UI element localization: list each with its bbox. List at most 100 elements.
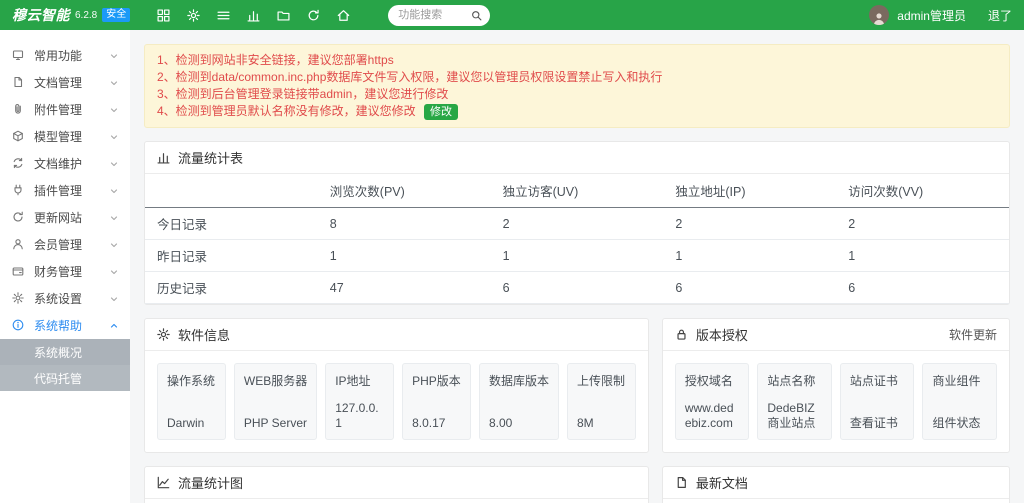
search-icon[interactable] (471, 10, 482, 21)
function-search (388, 5, 490, 26)
sidebar-item-document-management[interactable]: 文档管理 (0, 69, 130, 96)
cell-value: 2 (491, 208, 664, 240)
table-row-history: 历史记录 47 6 6 6 (145, 272, 1009, 304)
files-folder-icon[interactable] (268, 0, 298, 30)
submenu-item-label: 系统概况 (34, 344, 82, 361)
alert-line: 1、检测到网站非安全链接，建议您部署https (157, 52, 997, 69)
info-box-site-cert: 站点证书 查看证书 (840, 363, 915, 440)
info-value: PHP Server (244, 416, 307, 431)
col-header-empty (145, 174, 318, 208)
chevron-down-icon (110, 241, 118, 249)
sidebar-item-label: 系统设置 (34, 290, 82, 307)
stats-chart-icon[interactable] (238, 0, 268, 30)
sidebar-item-plugin-management[interactable]: 插件管理 (0, 177, 130, 204)
lock-icon (675, 328, 689, 342)
gears-icon (157, 328, 171, 342)
main-content: 1、检测到网站非安全链接，建议您部署https 2、检测到data/common… (130, 30, 1024, 503)
info-box-webserver: WEB服务器 PHP Server (234, 363, 317, 440)
avatar[interactable] (869, 5, 889, 25)
search-input[interactable] (396, 8, 471, 22)
wallet-icon (12, 265, 25, 278)
traffic-stats-header: 流量统计表 (145, 142, 1009, 174)
card-title: 流量统计表 (178, 148, 243, 167)
sidebar-item-label: 系统帮助 (34, 317, 82, 334)
sidebar-item-document-maintenance[interactable]: 文档维护 (0, 150, 130, 177)
traffic-stats-card: 流量统计表 浏览次数(PV) 独立访客(UV) 独立地址(IP) 访问次数(VV… (144, 141, 1010, 305)
plug-icon (12, 184, 25, 197)
software-update-link[interactable]: 软件更新 (949, 326, 997, 343)
bar-chart-icon (157, 151, 171, 165)
info-box-upload: 上传限制 8M (567, 363, 636, 440)
home-icon[interactable] (328, 0, 358, 30)
view-cert-link[interactable]: 查看证书 (850, 416, 905, 431)
chevron-down-icon (110, 187, 118, 195)
cell-value: 2 (663, 208, 836, 240)
info-row: 软件信息 操作系统 Darwin WEB服务器 PHP Server IP地址 … (144, 318, 1010, 453)
col-header-vv: 访问次数(VV) (836, 174, 1009, 208)
cell-value: 6 (491, 272, 664, 304)
settings-gear-icon[interactable] (178, 0, 208, 30)
username[interactable]: admin管理员 (897, 7, 966, 24)
component-status-link[interactable]: 组件状态 (932, 416, 987, 431)
sidebar-item-member-management[interactable]: 会员管理 (0, 231, 130, 258)
info-label: 上传限制 (577, 372, 626, 389)
logout-link[interactable]: 退了 (988, 7, 1012, 24)
latest-docs-card: 最新文档 这是一篇测试文章60000 2023-05-15 这是一篇测试文章59… (662, 466, 1010, 503)
latest-docs-header: 最新文档 (663, 467, 1009, 499)
info-label: 数据库版本 (489, 372, 549, 389)
chevron-down-icon (110, 268, 118, 276)
col-header-ip: 独立地址(IP) (663, 174, 836, 208)
line-chart-icon (157, 476, 171, 490)
security-badge: 安全 (102, 8, 130, 22)
cell-value: 6 (836, 272, 1009, 304)
info-box-commercial: 商业组件 组件状态 (922, 363, 997, 440)
sidebar-item-label: 财务管理 (34, 263, 82, 280)
brand-name: 穆云智能 (12, 5, 70, 25)
sidebar-item-attachment-management[interactable]: 附件管理 (0, 96, 130, 123)
security-alert: 1、检测到网站非安全链接，建议您部署https 2、检测到data/common… (144, 44, 1010, 128)
sidebar-item-common-functions[interactable]: 常用功能 (0, 42, 130, 69)
sidebar-item-update-site[interactable]: 更新网站 (0, 204, 130, 231)
sidebar-item-label: 文档管理 (34, 74, 82, 91)
cell-value: 1 (663, 240, 836, 272)
refresh-icon[interactable] (298, 0, 328, 30)
user-icon (12, 238, 25, 251)
table-row-yesterday: 昨日记录 1 1 1 1 (145, 240, 1009, 272)
gear-icon (12, 292, 25, 305)
refresh-icon (12, 211, 25, 224)
info-label: 站点证书 (850, 372, 905, 389)
docs-list: 这是一篇测试文章60000 2023-05-15 这是一篇测试文章59999 2… (663, 499, 1009, 503)
cell-value: 6 (663, 272, 836, 304)
menu-list-icon[interactable] (208, 0, 238, 30)
bottom-row: 流量统计图 2520 最新文档 这是一篇测试文章60000 2023-05-15 (144, 466, 1010, 503)
info-value: 8.00 (489, 416, 549, 431)
submenu-item-system-overview[interactable]: 系统概况 (0, 339, 130, 365)
card-title: 最新文档 (696, 473, 748, 492)
license-boxes: 授权域名 www.dedebiz.com 站点名称 DedeBIZ商业站点 站点… (663, 351, 1009, 452)
software-info-boxes: 操作系统 Darwin WEB服务器 PHP Server IP地址 127.0… (145, 351, 648, 452)
chevron-down-icon (110, 106, 118, 114)
chevron-down-icon (110, 214, 118, 222)
info-value: www.dedebiz.com (685, 401, 740, 431)
traffic-table: 浏览次数(PV) 独立访客(UV) 独立地址(IP) 访问次数(VV) 今日记录… (145, 174, 1009, 304)
monitor-icon (12, 49, 25, 62)
sidebar-item-system-help[interactable]: 系统帮助 (0, 312, 130, 339)
submenu-item-code-hosting[interactable]: 代码托管 (0, 365, 130, 391)
info-box-license-domain: 授权域名 www.dedebiz.com (675, 363, 750, 440)
topbar-right: admin管理员 退了 (869, 5, 1012, 25)
sidebar-item-label: 插件管理 (34, 182, 82, 199)
submenu-item-label: 代码托管 (34, 370, 82, 387)
document-icon (12, 76, 25, 89)
sidebar-item-label: 文档维护 (34, 155, 82, 172)
modules-grid-icon[interactable] (148, 0, 178, 30)
info-label: WEB服务器 (244, 372, 307, 389)
topbar: 穆云智能 6.2.8 安全 admin管理员 (0, 0, 1024, 30)
info-value: DedeBIZ商业站点 (767, 401, 822, 431)
row-label: 今日记录 (145, 208, 318, 240)
sidebar-item-system-settings[interactable]: 系统设置 (0, 285, 130, 312)
info-box-db: 数据库版本 8.00 (479, 363, 559, 440)
sidebar-item-model-management[interactable]: 模型管理 (0, 123, 130, 150)
row-label: 历史记录 (145, 272, 318, 304)
fix-button[interactable]: 修改 (424, 104, 458, 120)
sidebar-item-finance-management[interactable]: 财务管理 (0, 258, 130, 285)
